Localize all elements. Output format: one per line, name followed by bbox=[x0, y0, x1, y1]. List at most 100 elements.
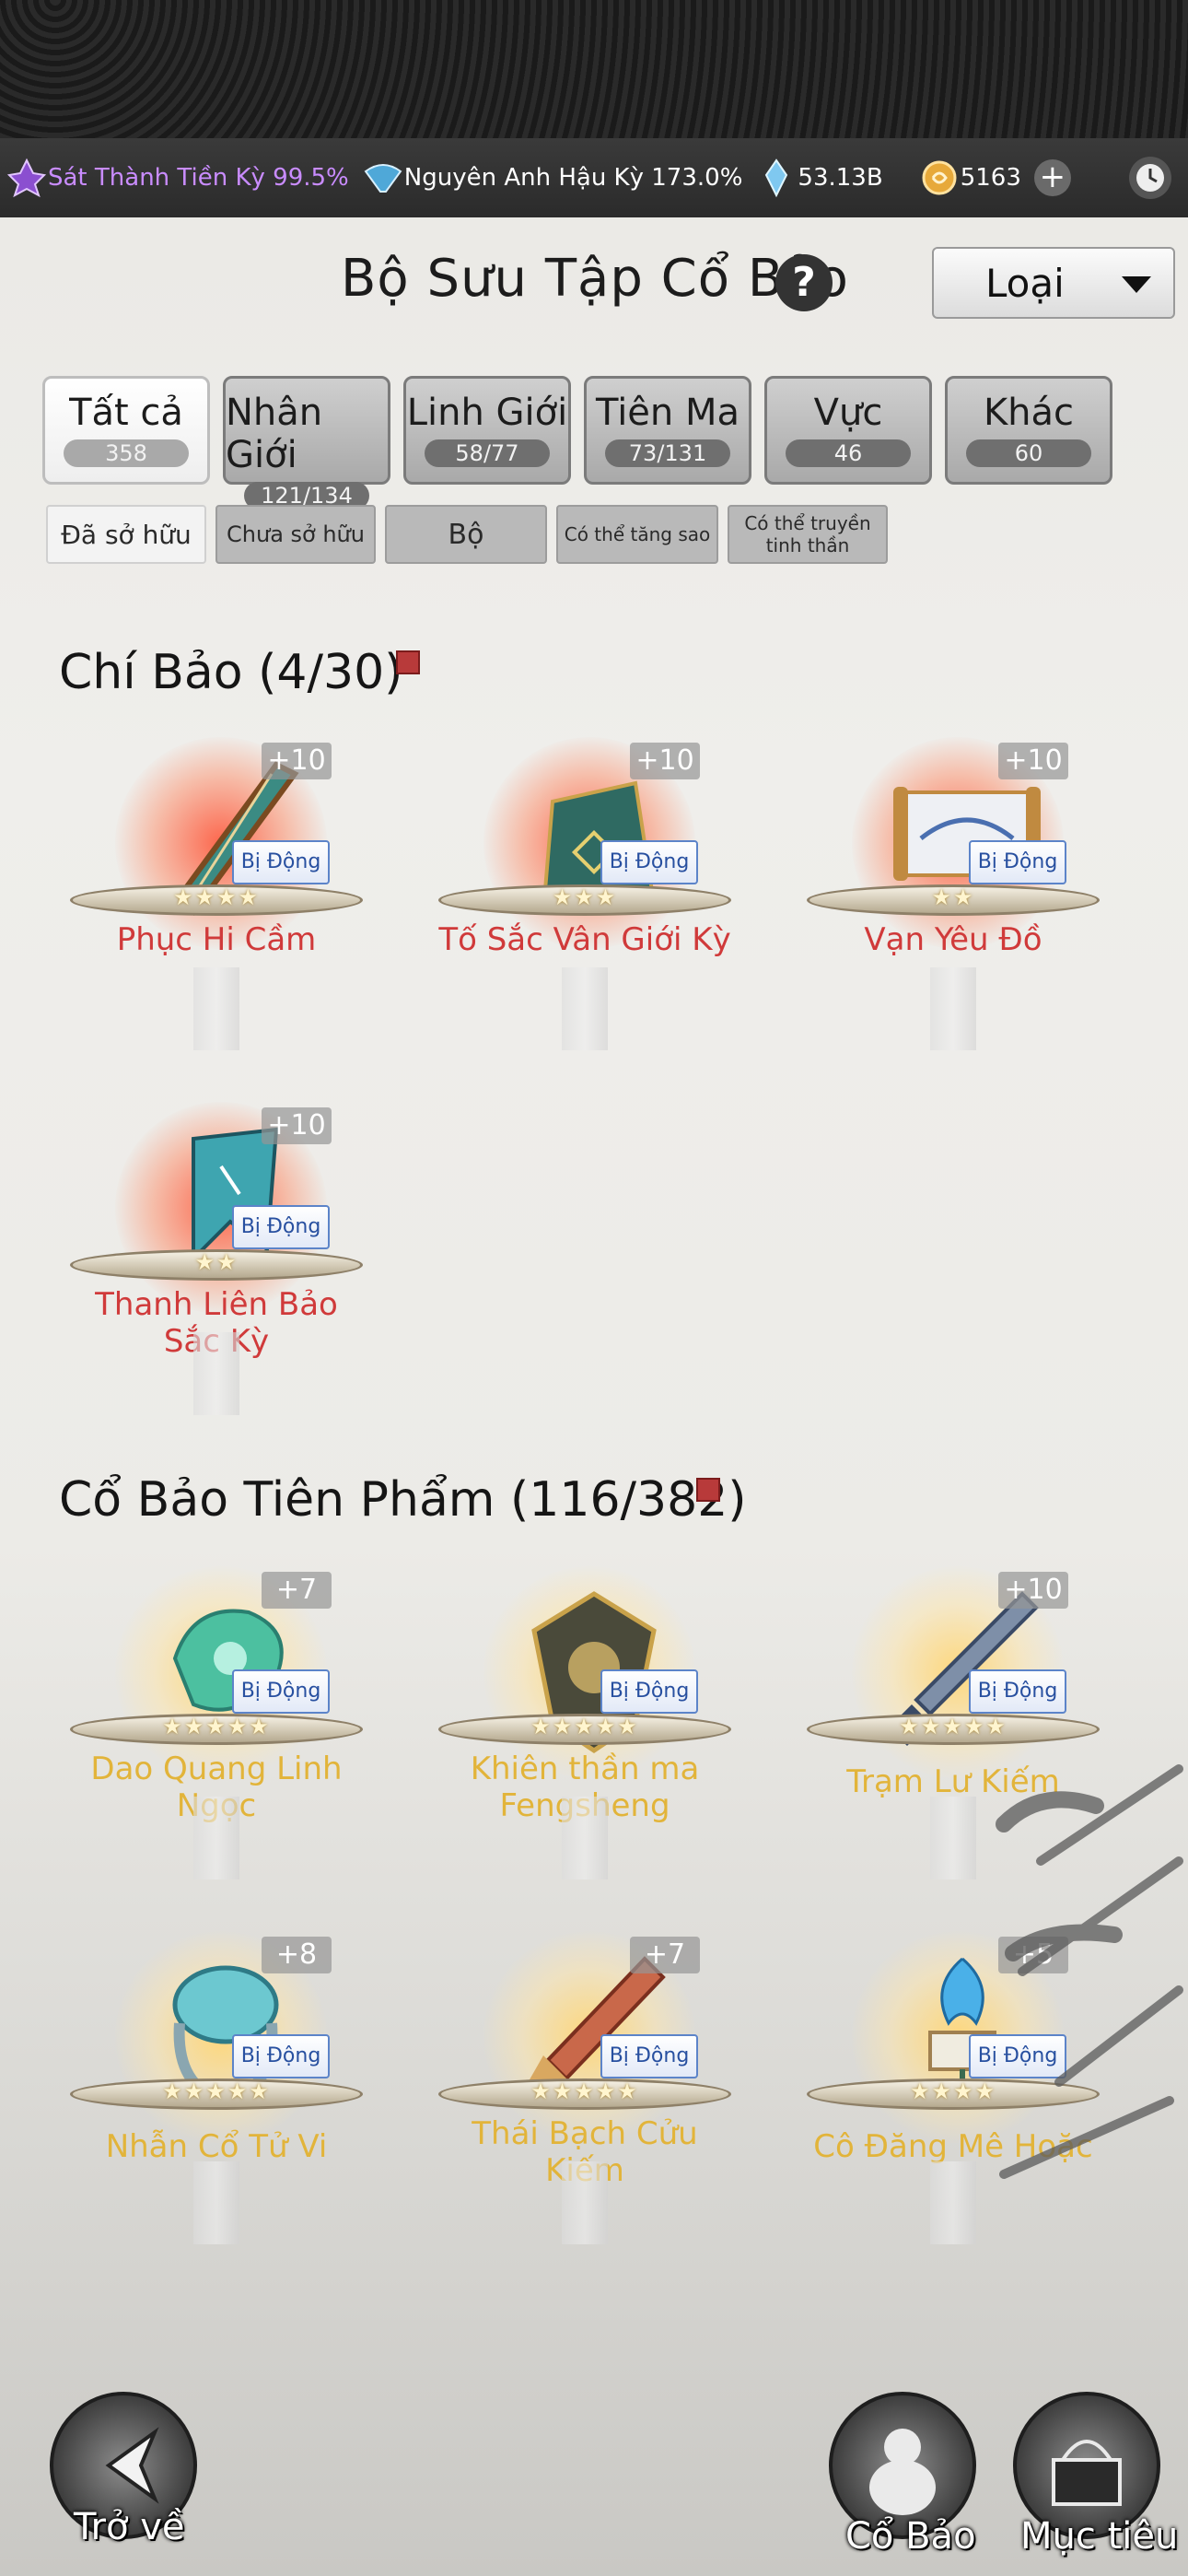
ownership-filters: Đã sở hữu Chưa sở hữu Bộ Có thể tăng sao… bbox=[46, 505, 888, 564]
spirit-stone-stat[interactable]: 53.13B bbox=[755, 157, 883, 199]
upgrade-level: +8 bbox=[262, 1937, 332, 1973]
upgrade-level: +10 bbox=[998, 743, 1068, 779]
page-title: Bộ Sưu Tập Cổ Bảo bbox=[341, 249, 849, 309]
relic-card[interactable]: +10 Bị Động ★★★★ Phục Hi Cầm bbox=[64, 737, 368, 1069]
section-title-chi-bao: Chí Bảo (4/30) bbox=[59, 645, 403, 700]
filter-owned[interactable]: Đã sở hữu bbox=[46, 505, 206, 564]
category-tabs: Tất cả 358 Nhân Giới 121/134 Linh Giới 5… bbox=[42, 376, 1112, 509]
stand bbox=[930, 1797, 976, 1879]
back-label: Trở về bbox=[74, 2506, 185, 2548]
tab-count: 73/131 bbox=[605, 439, 730, 467]
realm-status-2[interactable]: Nguyên Anh Hậu Kỳ 173.0% bbox=[362, 157, 743, 199]
goal-label: Mục tiêu bbox=[1020, 2515, 1179, 2558]
star-rating: ★★ bbox=[194, 1249, 239, 1275]
tab-label: Nhân Giới bbox=[226, 392, 323, 476]
relic-card[interactable]: +7 Bị Động ★★★★★ Dao Quang Linh Ngọc bbox=[64, 1566, 368, 1898]
upgrade-level: +10 bbox=[262, 1107, 332, 1144]
section-title-co-bao-tien-pham: Cổ Bảo Tiên Phẩm (116/382) bbox=[59, 1472, 747, 1528]
star-rating: ★★★★★ bbox=[530, 2078, 639, 2104]
relic-card[interactable]: +10 Bị Động ★★★ Tố Sắc Vân Giới Kỳ bbox=[433, 737, 737, 1069]
passive-badge: Bị Động bbox=[600, 1669, 698, 1714]
relics-label: Cổ Bảo bbox=[845, 2515, 976, 2558]
upgrade-level: +7 bbox=[630, 1937, 700, 1973]
item-name: Vạn Yêu Đồ bbox=[864, 921, 1042, 958]
filter-not-owned[interactable]: Chưa sở hữu bbox=[215, 505, 376, 564]
stand bbox=[193, 967, 239, 1050]
tab-nhan-gioi[interactable]: Nhân Giới 121/134 bbox=[223, 376, 390, 509]
relic-card[interactable]: Bị Động ★★★★★ Khiên thần ma Fengsheng bbox=[433, 1566, 737, 1898]
upgrade-level: +10 bbox=[262, 743, 332, 779]
upgrade-level: +10 bbox=[630, 743, 700, 779]
filter-can-transfer[interactable]: Có thể truyền tinh thần bbox=[728, 505, 888, 564]
star-rating: ★★★★★ bbox=[162, 2078, 271, 2104]
relic-card[interactable]: +8 Bị Động ★★★★★ Nhẫn Cổ Tử Vi bbox=[64, 1931, 368, 2263]
stand bbox=[562, 967, 608, 1050]
tab-label: Vực bbox=[813, 392, 883, 434]
stand bbox=[562, 2161, 608, 2244]
upgrade-level: +10 bbox=[998, 1572, 1068, 1609]
gold-stat[interactable]: 5163 + bbox=[918, 157, 1071, 199]
star-rating: ★★★★ bbox=[172, 884, 261, 910]
dropdown-label: Loại bbox=[985, 260, 1065, 306]
tab-khac[interactable]: Khác 60 bbox=[945, 376, 1112, 485]
star-rating: ★★★ bbox=[552, 884, 618, 910]
realm-text-1: Sát Thành Tiền Kỳ 99.5% bbox=[48, 164, 349, 192]
passive-badge: Bị Động bbox=[232, 1669, 330, 1714]
tab-label: Khác bbox=[983, 392, 1075, 434]
passive-badge: Bị Động bbox=[600, 840, 698, 884]
seal-icon bbox=[396, 650, 420, 674]
tab-label: Tất cả bbox=[69, 392, 183, 434]
gold-value: 5163 bbox=[960, 164, 1021, 192]
type-filter-dropdown[interactable]: Loại bbox=[932, 247, 1175, 319]
filter-set[interactable]: Bộ bbox=[385, 505, 547, 564]
help-button[interactable]: ? bbox=[775, 254, 833, 311]
bamboo-decoration-icon bbox=[996, 1764, 1183, 2179]
upgrade-level: +7 bbox=[262, 1572, 332, 1609]
filter-can-upgrade-star[interactable]: Có thể tăng sao bbox=[556, 505, 718, 564]
relic-card[interactable]: +10 Bị Động ★★ Vạn Yêu Đồ bbox=[801, 737, 1105, 1069]
realm-text-2: Nguyên Anh Hậu Kỳ 173.0% bbox=[403, 164, 743, 192]
resource-status-bar: Sát Thành Tiền Kỳ 99.5% Nguyên Anh Hậu K… bbox=[0, 138, 1188, 217]
star-rating: ★★★★★ bbox=[162, 1714, 271, 1739]
top-decorative-pattern bbox=[0, 0, 1188, 138]
chevron-down-icon bbox=[1122, 276, 1151, 293]
tab-label: Linh Giới bbox=[406, 392, 568, 434]
relic-card[interactable]: +10 Bị Động ★★ Thanh Liên Bảo Sắc Kỳ bbox=[64, 1102, 368, 1434]
tab-count: 358 bbox=[64, 439, 189, 467]
stand bbox=[930, 2161, 976, 2244]
stand bbox=[193, 1332, 239, 1415]
realm-status-1[interactable]: Sát Thành Tiền Kỳ 99.5% bbox=[6, 157, 349, 199]
spirit-stone-value: 53.13B bbox=[798, 164, 883, 192]
relic-card[interactable]: +7 Bị Động ★★★★★ Thái Bạch Cửu Kiếm bbox=[433, 1931, 737, 2263]
add-currency-button[interactable]: + bbox=[1033, 159, 1071, 196]
passive-badge: Bị Động bbox=[969, 1669, 1066, 1714]
stand bbox=[193, 1797, 239, 1879]
tab-count: 60 bbox=[966, 439, 1091, 467]
fan-icon bbox=[362, 157, 404, 199]
tab-linh-gioi[interactable]: Linh Giới 58/77 bbox=[403, 376, 571, 485]
clock-button[interactable] bbox=[1129, 157, 1171, 199]
stand bbox=[193, 2161, 239, 2244]
crystal-icon bbox=[755, 157, 798, 199]
passive-badge: Bị Động bbox=[600, 2034, 698, 2078]
tab-label: Tiên Ma bbox=[595, 392, 740, 434]
star-rating: ★★ bbox=[931, 884, 975, 910]
clock-icon bbox=[1136, 164, 1164, 192]
tab-tien-ma[interactable]: Tiên Ma 73/131 bbox=[584, 376, 751, 485]
tab-count: 58/77 bbox=[425, 439, 550, 467]
tab-vuc[interactable]: Vực 46 bbox=[764, 376, 932, 485]
star-rating: ★★★★★ bbox=[530, 1714, 639, 1739]
stand bbox=[930, 967, 976, 1050]
tab-all[interactable]: Tất cả 358 bbox=[42, 376, 210, 485]
tab-count: 46 bbox=[786, 439, 911, 467]
item-name: Phục Hi Cầm bbox=[116, 921, 317, 958]
star-rating: ★★★★★ bbox=[899, 1714, 1007, 1739]
passive-badge: Bị Động bbox=[232, 1205, 330, 1249]
passive-badge: Bị Động bbox=[969, 840, 1066, 884]
coin-icon bbox=[918, 157, 961, 199]
passive-badge: Bị Động bbox=[232, 2034, 330, 2078]
seal-icon bbox=[696, 1478, 720, 1502]
stand bbox=[562, 1797, 608, 1879]
bottom-navigation: Trở về Cổ Bảo Mục tiêu bbox=[0, 2386, 1188, 2576]
item-name: Tố Sắc Vân Giới Kỳ bbox=[438, 921, 731, 958]
